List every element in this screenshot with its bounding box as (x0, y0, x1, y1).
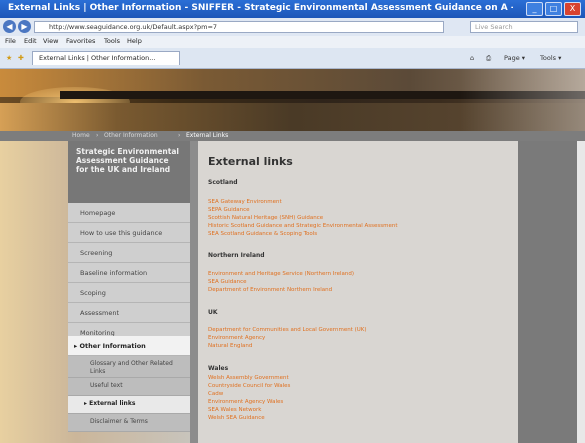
add-favorite-icon[interactable]: ✚ (18, 54, 24, 62)
close-button[interactable]: X (564, 2, 581, 16)
page-title: External links (208, 155, 293, 168)
tools-menu[interactable]: Tools ▾ (540, 54, 561, 62)
print-icon[interactable]: ⎙ (486, 54, 491, 63)
link[interactable]: Natural England (208, 343, 252, 349)
sidebar-item-how-to-use[interactable]: How to use this guidance (68, 223, 190, 243)
section-title: Northern Ireland (208, 252, 265, 259)
tab-external-links[interactable]: External Links | Other Information... (32, 51, 180, 65)
section-title: UK (208, 309, 218, 316)
tab-row: ★ ✚ External Links | Other Information..… (0, 48, 585, 69)
menu-file[interactable]: File (5, 37, 16, 45)
sidebar-item-baseline[interactable]: Baseline information (68, 263, 190, 283)
page-content: Home › Other Information › External Link… (0, 69, 585, 443)
favorites-star-icon[interactable]: ★ (6, 54, 12, 62)
link[interactable]: Cadw (208, 391, 223, 397)
menu-favorites[interactable]: Favorites (66, 37, 95, 45)
back-icon[interactable]: ◀ (3, 20, 16, 33)
main-panel: External links Scotland SEA Gateway Envi… (198, 141, 518, 443)
breadcrumb-home[interactable]: Home (72, 132, 90, 139)
link[interactable]: SEA Guidance (208, 279, 247, 285)
header-banner (0, 69, 585, 131)
link[interactable]: Welsh SEA Guidance (208, 415, 265, 421)
address-row: ◀ ▶ http://www.seaguidance.org.uk/Defaul… (0, 18, 585, 36)
sidebar-item-scoping[interactable]: Scoping (68, 283, 190, 303)
sidebar-sub-external-links[interactable]: ▸ External links (68, 396, 190, 414)
link[interactable]: Historic Scotland Guidance and Strategic… (208, 223, 398, 229)
window-titlebar: External Links | Other Information - SNI… (0, 0, 585, 18)
link[interactable]: SEA Wales Network (208, 407, 261, 413)
sidebar-item-other-information[interactable]: ▸ Other Information (68, 336, 190, 356)
link[interactable]: Welsh Assembly Government (208, 375, 289, 381)
link[interactable]: SEA Gateway Environment (208, 199, 282, 205)
vertical-scrollbar[interactable] (577, 141, 585, 443)
page-menu[interactable]: Page ▾ (504, 54, 525, 62)
sidebar-sub-disclaimer[interactable]: Disclaimer & Terms (68, 414, 190, 432)
sidebar-item-assessment[interactable]: Assessment (68, 303, 190, 323)
link[interactable]: Environment Agency Wales (208, 399, 283, 405)
menu-view[interactable]: View (43, 37, 58, 45)
sidebar-item-homepage[interactable]: Homepage (68, 203, 190, 223)
sidebar-sub-glossary[interactable]: Glossary and Other Related Links (68, 356, 190, 378)
sidebar-sub-label: External links (89, 400, 136, 407)
link[interactable]: SEPA Guidance (208, 207, 249, 213)
link[interactable]: SEA Scotland Guidance & Scoping Tools (208, 231, 317, 237)
forward-icon[interactable]: ▶ (18, 20, 31, 33)
menu-bar: File Edit View Favorites Tools Help (0, 36, 585, 48)
menu-tools[interactable]: Tools (104, 37, 120, 45)
menu-help[interactable]: Help (127, 37, 142, 45)
section-title: Wales (208, 365, 229, 372)
breadcrumb: Home › Other Information › External Link… (0, 131, 585, 141)
window-title: External Links | Other Information - SNI… (8, 3, 513, 13)
search-input[interactable]: Live Search (470, 21, 578, 33)
link[interactable]: Environment Agency (208, 335, 265, 341)
address-bar[interactable]: http://www.seaguidance.org.uk/Default.as… (34, 21, 444, 33)
sidebar-item-label: Other Information (79, 342, 146, 350)
link[interactable]: Department for Communities and Local Gov… (208, 327, 367, 333)
link[interactable]: Department of Environment Northern Irela… (208, 287, 332, 293)
breadcrumb-current: External Links (186, 132, 229, 139)
section-title: Scotland (208, 179, 238, 186)
link[interactable]: Scottish Natural Heritage (SNH) Guidance (208, 215, 323, 221)
breadcrumb-other-information[interactable]: Other Information (104, 132, 158, 139)
site-title: Strategic Environmental Assessment Guida… (68, 141, 190, 203)
maximize-button[interactable]: □ (545, 2, 562, 16)
home-icon[interactable]: ⌂ (470, 54, 474, 62)
menu-edit[interactable]: Edit (24, 37, 37, 45)
minimize-button[interactable]: _ (526, 2, 543, 16)
right-margin (518, 141, 585, 443)
link[interactable]: Countryside Council for Wales (208, 383, 290, 389)
link[interactable]: Environment and Heritage Service (Northe… (208, 271, 354, 277)
sidebar-item-screening[interactable]: Screening (68, 243, 190, 263)
sidebar-sub-useful-text[interactable]: Useful text (68, 378, 190, 396)
